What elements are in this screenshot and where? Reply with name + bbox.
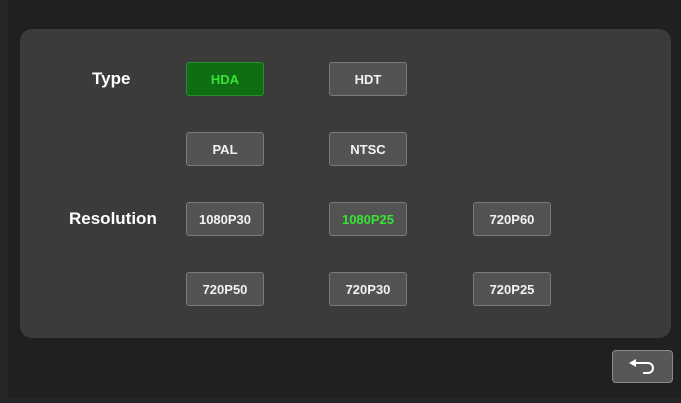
resolution-option-720p30[interactable]: 720P30 — [329, 272, 407, 306]
return-arrow-icon — [628, 358, 654, 374]
resolution-option-1080p30[interactable]: 1080P30 — [186, 202, 264, 236]
resolution-option-720p50[interactable]: 720P50 — [186, 272, 264, 306]
back-button[interactable] — [612, 350, 673, 383]
resolution-option-1080p25[interactable]: 1080P25 — [329, 202, 407, 236]
resolution-label: Resolution — [69, 209, 157, 228]
type-label: Type — [92, 69, 131, 88]
type-option-ntsc[interactable]: NTSC — [329, 132, 407, 166]
resolution-option-720p60[interactable]: 720P60 — [473, 202, 551, 236]
type-option-hda[interactable]: HDA — [186, 62, 264, 96]
type-option-hdt[interactable]: HDT — [329, 62, 407, 96]
resolution-option-720p25[interactable]: 720P25 — [473, 272, 551, 306]
type-option-pal[interactable]: PAL — [186, 132, 264, 166]
